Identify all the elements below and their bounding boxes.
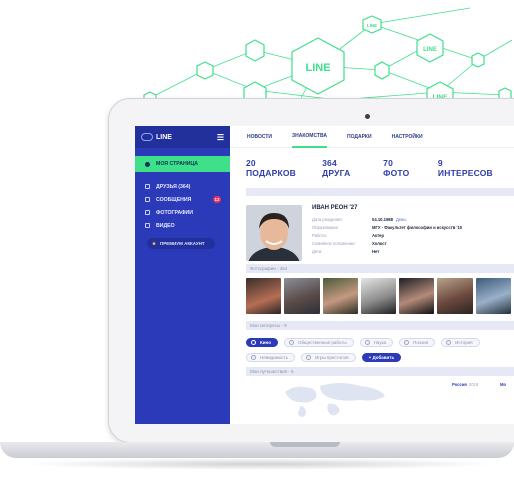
profile-name: ИВАН РЕОН '27 [312,205,358,211]
interests-row: Невидимость Игры престолов + Добавить [246,350,514,365]
premium-account-button[interactable]: ★ ПРЕМИУМ АККАУНТ [147,238,215,249]
stat-gifts[interactable]: 20 ПОДАРКОВ [246,158,302,178]
world-map-icon [285,383,385,417]
interest-chip-poetry[interactable]: Поэзия [399,338,436,347]
sidebar-item-label: ДРУЗЬЯ (364) [156,183,191,190]
photo-thumbnail[interactable] [246,278,282,314]
poetry-icon [404,340,410,345]
network-graphic: LINE LINE LINE LINE [143,7,513,110]
interests-row: Кино Общественные работы Наука Поэзия Ис… [246,335,514,350]
stat-interests[interactable]: 9 ИНТЕРЕСОВ [438,158,494,178]
sidebar-item-friends[interactable]: ДРУЗЬЯ (364) [135,180,230,193]
profile-info: ИВАН РЕОН '27 Дата рождения: 04.10.1988 … [312,205,462,262]
science-icon [364,340,370,345]
tab-news[interactable]: НОВОСТИ [247,126,272,148]
photo-thumbnail[interactable] [360,278,397,314]
laptop-base [0,442,514,458]
main-content: НОВОСТИ ЗНАКОМСТВА ПОДАРКИ НАСТРОЙКИ 20 … [230,126,514,424]
travels-section-header: Мои путешествия - 5 [246,367,514,376]
travel-entry[interactable]: Россия 2016 [452,382,478,387]
photos-section-header: Фотографии - 364 [246,264,514,273]
tv-icon [306,355,312,360]
brand-bar: LINE ☰ [135,126,230,148]
photo-thumbnail[interactable] [284,278,320,314]
profile-field-work: Работа: Актер [312,232,385,238]
photo-thumbnail[interactable] [322,278,358,314]
svg-text:LINE: LINE [423,47,437,53]
logo-icon [141,133,153,141]
interests-list: Кино Общественные работы Наука Поэзия Ис… [230,330,514,365]
laptop-shadow [20,458,500,470]
sidebar-item-label: СООБЩЕНИЯ [156,196,192,203]
video-icon [145,223,150,228]
cinema-icon [251,340,256,345]
profile-stats: 20 ПОДАРКОВ 364 ДРУГА 70 ФОТО 9 ИНТЕРЕСО… [230,148,514,188]
photo-thumbnail[interactable] [475,278,511,314]
interest-chip-invisibility[interactable]: Невидимость [246,353,296,362]
sidebar-item-label: ФОТОГРАФИИ [156,209,193,216]
sidebar-item-label: МОЯ СТРАНИЦА [156,161,199,167]
history-icon [446,340,452,345]
laptop-screen: LINE ☰ МОЯ СТРАНИЦА ДРУЗЬЯ (364) СООБЩЕН… [135,126,514,424]
stat-friends[interactable]: 364 ДРУГА [322,158,363,178]
tab-gifts[interactable]: ПОДАРКИ [347,126,372,148]
svg-text:LINE: LINE [367,23,377,28]
tab-dating[interactable]: ЗНАКОМСТВА [292,126,327,148]
hamburger-menu-icon[interactable]: ☰ [217,133,224,142]
sidebar-item-photos[interactable]: ФОТОГРАФИИ [135,206,230,219]
logo-text: LINE [156,133,172,141]
add-interest-button[interactable]: + Добавить [361,353,402,362]
profile-field-education: Образование: МГУ - Факультет философии и… [312,224,463,230]
community-icon [288,340,294,345]
avatar-portrait-icon [246,205,302,261]
star-icon: ★ [152,240,157,246]
zodiac-link[interactable]: Девы [396,217,406,222]
interests-section-header: Мои интересы - 9 [246,321,514,330]
photo-strip [230,273,514,319]
sidebar-item-messages[interactable]: СООБЩЕНИЯ 12 [135,193,230,206]
promo-stage: LINE LINE LINE LINE LINE ☰ МОЯ СТРАНИЦА … [0,0,514,485]
divider-band [246,188,514,196]
camera-dot [365,114,370,119]
profile-card: ИВАН РЕОН '27 Дата рождения: 04.10.1988 … [230,196,514,262]
photo-thumbnail[interactable] [399,278,435,314]
sidebar-item-my-page[interactable]: МОЯ СТРАНИЦА [135,156,230,172]
photo-thumbnail[interactable] [437,278,473,314]
friends-icon [145,184,150,189]
tab-settings[interactable]: НАСТРОЙКИ [392,126,423,148]
user-icon [145,161,150,167]
sidebar-list: ДРУЗЬЯ (364) СООБЩЕНИЯ 12 ФОТОГРАФИИ ВИД… [135,180,230,232]
sidebar-item-video[interactable]: ВИДЕО [135,219,230,232]
unread-badge: 12 [213,196,221,203]
avatar[interactable] [246,205,302,261]
messages-icon [145,197,150,202]
interest-chip-cinema[interactable]: Кино [246,338,278,347]
invisibility-icon [251,355,256,360]
interest-chip-history[interactable]: История [441,338,480,347]
interest-chip-science[interactable]: Наука [359,338,394,347]
hex-label-main: LINE [305,62,330,74]
sidebar-item-label: ВИДЕО [156,222,175,229]
profile-field-birthdate: Дата рождения: 04.10.1988 Девы [312,216,407,222]
top-navigation: НОВОСТИ ЗНАКОМСТВА ПОДАРКИ НАСТРОЙКИ [230,126,514,148]
sidebar: LINE ☰ МОЯ СТРАНИЦА ДРУЗЬЯ (364) СООБЩЕН… [135,126,230,424]
stat-photos[interactable]: 70 ФОТО [383,158,418,178]
profile-field-children: Дети: Нет [312,248,380,254]
interest-chip-game-of-thrones[interactable]: Игры престолов [301,353,356,362]
photos-icon [145,210,150,215]
laptop-notch [270,442,340,447]
profile-field-marital: Семейное положение: Холост [312,240,387,246]
interest-chip-public-work[interactable]: Общественные работы [283,338,354,347]
travel-entry[interactable]: Мо [500,382,506,387]
travels-section: Россия 2016 Мо [230,376,514,417]
